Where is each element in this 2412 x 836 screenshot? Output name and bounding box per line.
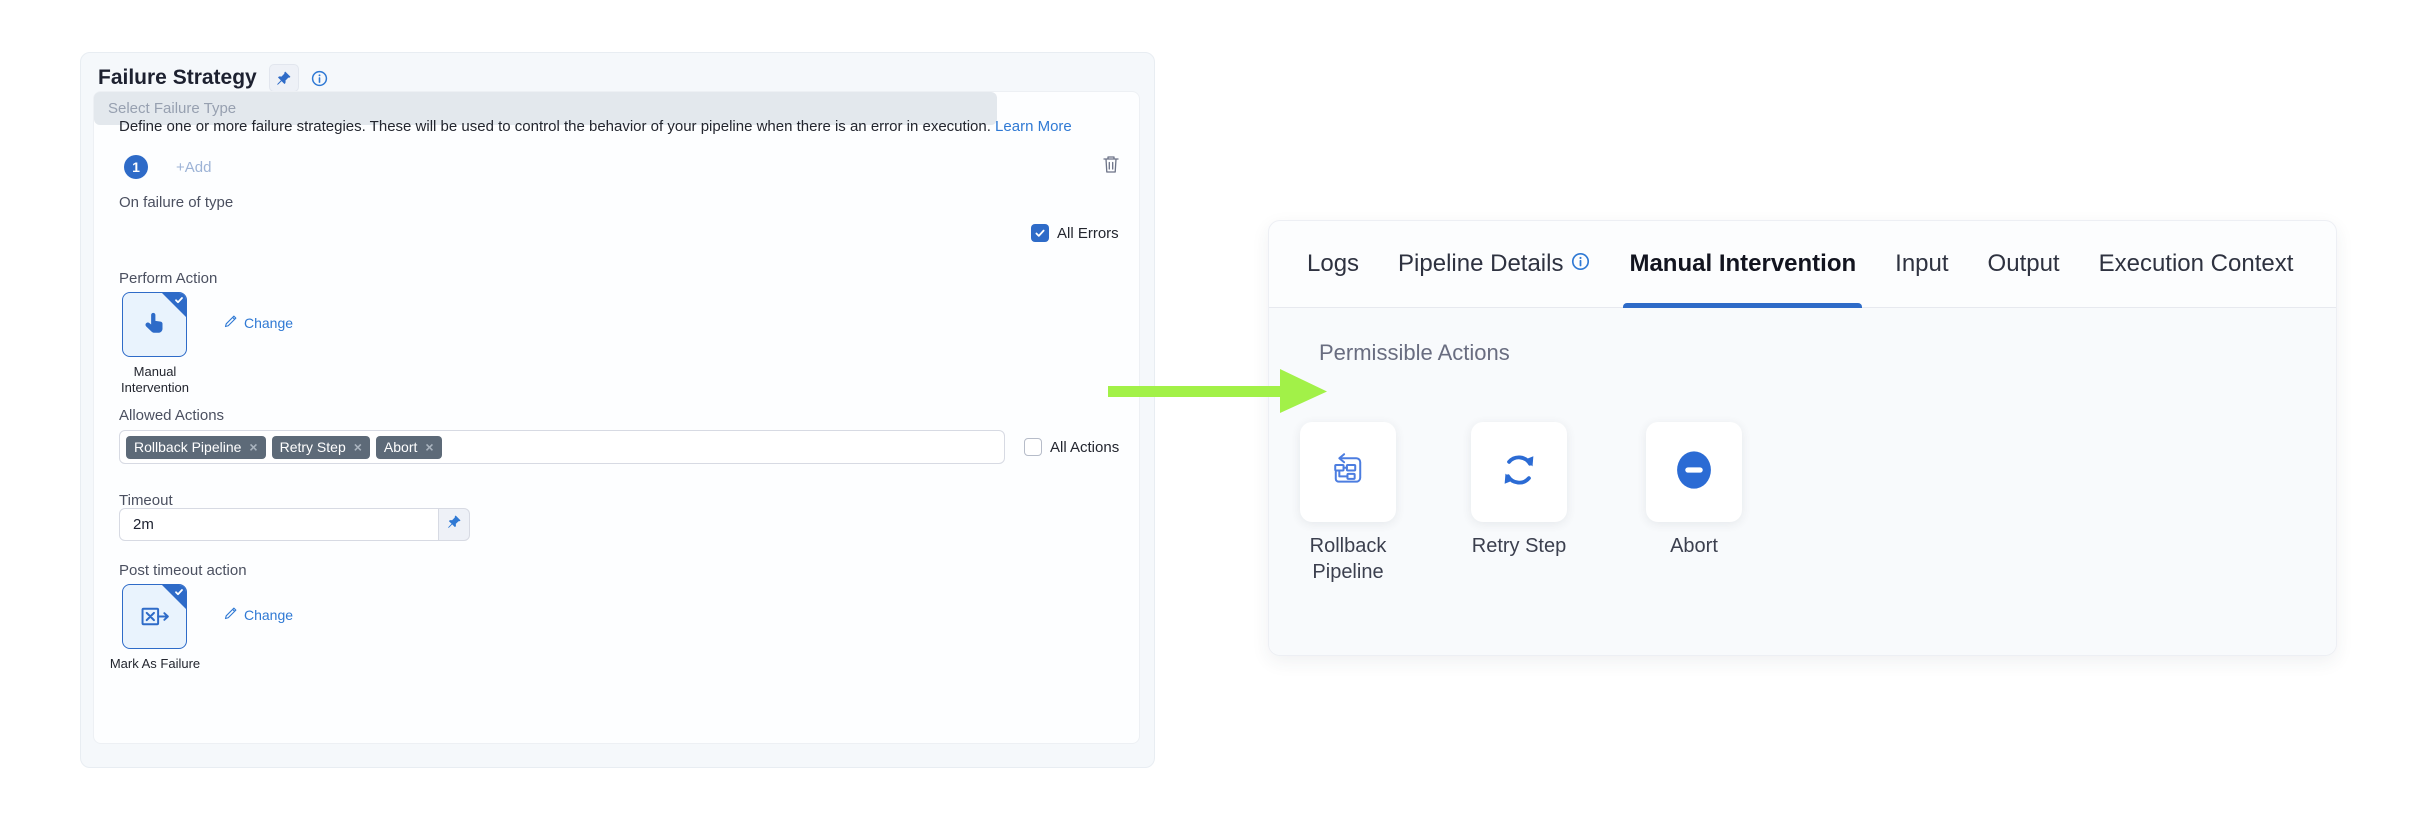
tag-rollback-pipeline: Rollback Pipeline × [126,436,266,459]
timeout-field [119,508,470,541]
tab-label: Manual Intervention [1629,250,1856,278]
timeout-input[interactable] [119,508,439,541]
change-label: Change [244,607,293,623]
permissible-actions-heading: Permissible Actions [1319,340,1510,366]
failure-strategy-header: Failure Strategy [98,62,328,94]
pencil-icon [224,314,238,331]
tab-execution-context[interactable]: Execution Context [2099,221,2294,307]
failure-strategy-form: Define one or more failure strategies. T… [93,91,1140,744]
tag-label: Rollback Pipeline [134,439,241,455]
info-icon[interactable] [311,70,328,87]
all-errors-option: All Errors [1031,224,1119,242]
timeout-label: Timeout [119,492,173,509]
tab-pipeline-details[interactable]: Pipeline Details [1398,221,1590,307]
pin-button[interactable] [269,64,299,92]
post-timeout-action-card[interactable] [122,584,187,649]
strategy-description: Define one or more failure strategies. T… [119,118,1119,135]
all-errors-label: All Errors [1057,225,1119,242]
pin-icon [447,515,461,534]
action-label: Abort [1670,533,1718,559]
trash-icon [1102,161,1120,178]
pin-icon [276,71,291,86]
all-actions-checkbox[interactable] [1024,438,1042,456]
tab-manual-intervention[interactable]: Manual Intervention [1629,221,1856,307]
tag-label: Abort [384,439,417,455]
action-retry-step: Retry Step [1444,422,1594,559]
check-icon [1034,227,1046,239]
remove-tag-icon[interactable]: × [249,440,257,454]
tab-label: Pipeline Details [1398,250,1563,278]
tab-label: Input [1895,250,1948,278]
abort-button[interactable] [1646,422,1742,522]
perform-action-name: Manual Intervention [107,364,203,396]
info-icon [1571,250,1590,278]
tab-label: Output [1988,250,2060,278]
tab-label: Logs [1307,250,1359,278]
all-actions-option: All Actions [1024,438,1119,456]
tab-logs[interactable]: Logs [1307,221,1359,307]
panel-title: Failure Strategy [98,66,257,90]
post-timeout-action-name: Mark As Failure [107,656,203,672]
remove-tag-icon[interactable]: × [425,440,433,454]
tab-label: Execution Context [2099,250,2294,278]
pencil-icon [224,606,238,623]
strategy-index-badge[interactable]: 1 [124,155,148,179]
action-abort: Abort [1619,422,1769,559]
action-rollback-pipeline: Rollback Pipeline [1273,422,1423,585]
description-text: Define one or more failure strategies. T… [119,118,991,135]
tab-input[interactable]: Input [1895,221,1948,307]
timeout-pin-button[interactable] [439,508,470,541]
execution-details-panel: Logs Pipeline Details Manual Interventio… [1268,220,2337,656]
perform-action-card[interactable] [122,292,187,357]
failure-strategy-panel: Failure Strategy Define one or more fail… [80,52,1155,768]
change-perform-action-link[interactable]: Change [224,314,293,331]
post-timeout-action-label: Post timeout action [119,562,247,579]
retry-icon [1498,449,1540,496]
rollback-icon [1328,450,1368,495]
all-errors-checkbox[interactable] [1031,224,1049,242]
retry-step-button[interactable] [1471,422,1567,522]
rollback-pipeline-button[interactable] [1300,422,1396,522]
change-label: Change [244,315,293,331]
tag-retry-step: Retry Step × [272,436,370,459]
remove-tag-icon[interactable]: × [354,440,362,454]
tab-output[interactable]: Output [1988,221,2060,307]
delete-strategy-button[interactable] [1102,154,1120,179]
action-label: Retry Step [1472,533,1566,559]
abort-icon [1673,449,1715,496]
allowed-actions-input[interactable]: Rollback Pipeline × Retry Step × Abort × [119,430,1005,464]
all-actions-label: All Actions [1050,439,1119,456]
on-failure-of-type-label: On failure of type [119,194,233,211]
execution-tabs: Logs Pipeline Details Manual Interventio… [1269,221,2336,308]
allowed-actions-label: Allowed Actions [119,407,224,424]
change-post-timeout-link[interactable]: Change [224,606,293,623]
action-label: Rollback Pipeline [1273,533,1423,585]
tag-label: Retry Step [280,439,346,455]
learn-more-link[interactable]: Learn More [995,118,1072,135]
tag-abort: Abort × [376,436,442,459]
add-strategy-button[interactable]: +Add [176,159,211,176]
perform-action-label: Perform Action [119,270,217,287]
manual-intervention-content: Permissible Actions Rollback Pipeline [1269,308,2336,655]
